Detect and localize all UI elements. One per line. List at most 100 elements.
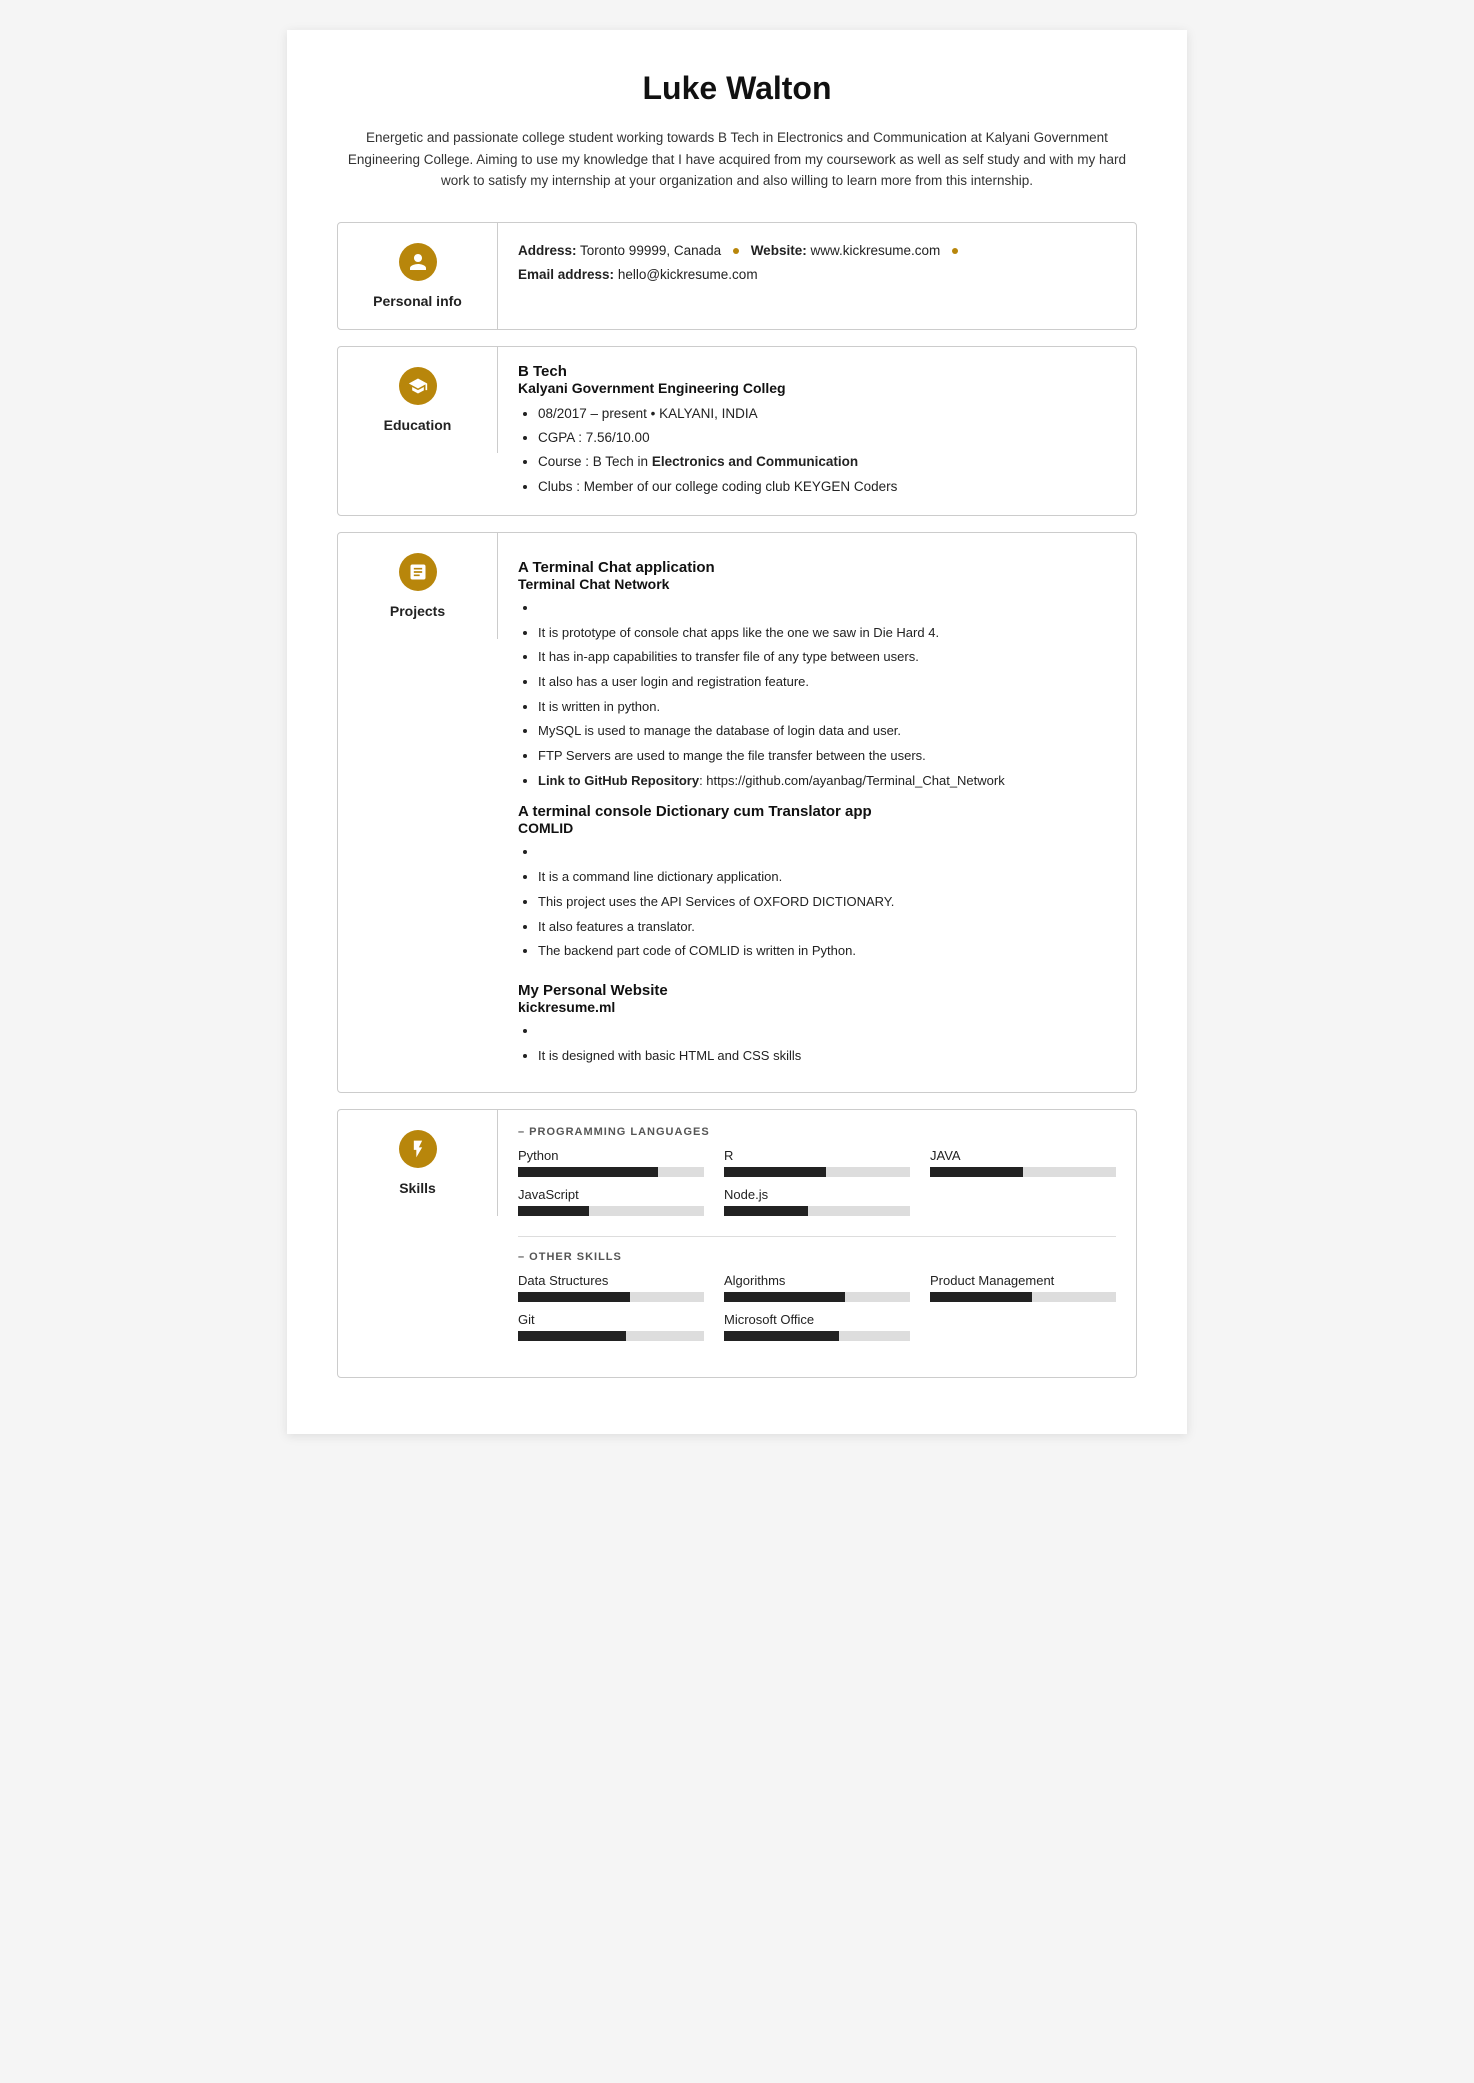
skill-r-name: R [724, 1148, 910, 1163]
personal-info-section: Personal info Address: Toronto 99999, Ca… [337, 222, 1137, 330]
other-skills-grid: Data Structures Algorithms Product Manag… [518, 1273, 1116, 1341]
edu-detail-0: 08/2017 – present • KALYANI, INDIA [538, 402, 1116, 426]
skills-separator [518, 1236, 1116, 1237]
website-label: Website: [751, 243, 807, 258]
skill-python-bar [518, 1167, 704, 1177]
resume-container: Luke Walton Energetic and passionate col… [287, 30, 1187, 1434]
project1-bullet0 [538, 596, 1116, 621]
skills-left: Skills [338, 1110, 498, 1216]
skill-java-name: JAVA [930, 1148, 1116, 1163]
project1-bullet6: FTP Servers are used to mange the file t… [538, 744, 1116, 769]
edu-detail-1: CGPA : 7.56/10.00 [538, 426, 1116, 450]
personal-info-left: Personal info [338, 223, 498, 329]
skill-javascript: JavaScript [518, 1187, 704, 1216]
project2-bullet4: The backend part code of COMLID is writt… [538, 939, 1116, 964]
skill-nodejs-bar [724, 1206, 910, 1216]
dot1 [733, 248, 739, 254]
education-content: B Tech Kalyani Government Engineering Co… [498, 347, 1136, 515]
edu-detail-2: Course : B Tech in Electronics and Commu… [538, 450, 1116, 474]
education-title: Education [384, 417, 452, 433]
skills-content: – PROGRAMMING LANGUAGES Python R [498, 1110, 1136, 1377]
edu-school: Kalyani Government Engineering Colleg [518, 380, 1116, 396]
project1-title: A Terminal Chat application [518, 559, 1116, 576]
skill-git-bar [518, 1331, 704, 1341]
skill-nodejs-fill [724, 1206, 808, 1216]
edu-detail-3: Clubs : Member of our college coding clu… [538, 475, 1116, 499]
project3-subtitle: kickresume.ml [518, 999, 1116, 1015]
email-label: Email address: [518, 267, 614, 282]
email-value: hello@kickresume.com [618, 267, 758, 282]
education-icon [399, 367, 437, 405]
skill-r: R [724, 1148, 910, 1177]
skill-mso-name: Microsoft Office [724, 1312, 910, 1327]
skill-ds-bar [518, 1292, 704, 1302]
other-label: – OTHER SKILLS [518, 1251, 1116, 1263]
project1-bullet5: MySQL is used to manage the database of … [538, 719, 1116, 744]
skill-nodejs: Node.js [724, 1187, 910, 1216]
edu-degree: B Tech [518, 363, 1116, 380]
personal-info-title: Personal info [373, 293, 462, 309]
skill-git: Git [518, 1312, 704, 1341]
dot2 [952, 248, 958, 254]
skill-algo-fill [724, 1292, 845, 1302]
skill-javascript-bar [518, 1206, 704, 1216]
skill-r-fill [724, 1167, 826, 1177]
project3-title: My Personal Website [518, 982, 1116, 999]
project2-subtitle: COMLID [518, 820, 1116, 836]
skill-python-fill [518, 1167, 658, 1177]
projects-icon [399, 553, 437, 591]
project3-list: It is designed with basic HTML and CSS s… [518, 1019, 1116, 1068]
programming-label: – PROGRAMMING LANGUAGES [518, 1126, 1116, 1138]
skill-mso-fill [724, 1331, 839, 1341]
skill-pm-bar [930, 1292, 1116, 1302]
project3-bullet0 [538, 1019, 1116, 1044]
skill-python: Python [518, 1148, 704, 1177]
personal-info-icon [399, 243, 437, 281]
skill-r-bar [724, 1167, 910, 1177]
programming-skills-grid: Python R JAVA [518, 1148, 1116, 1216]
skill-java-fill [930, 1167, 1023, 1177]
project3-bullet1: It is designed with basic HTML and CSS s… [538, 1044, 1116, 1069]
skill-algo-name: Algorithms [724, 1273, 910, 1288]
projects-left: Projects [338, 533, 498, 639]
skill-python-name: Python [518, 1148, 704, 1163]
education-left: Education [338, 347, 498, 453]
project1-bullet1: It is prototype of console chat apps lik… [538, 621, 1116, 646]
skill-algo-bar [724, 1292, 910, 1302]
project1-bullet3: It also has a user login and registratio… [538, 670, 1116, 695]
skill-algorithms: Algorithms [724, 1273, 910, 1302]
project1-bullet2: It has in-app capabilities to transfer f… [538, 645, 1116, 670]
project1-bullet7: Link to GitHub Repository: https://githu… [538, 769, 1116, 794]
skills-section: Skills – PROGRAMMING LANGUAGES Python R [337, 1109, 1137, 1378]
edu-details-list: 08/2017 – present • KALYANI, INDIA CGPA … [518, 402, 1116, 499]
skill-ms-office: Microsoft Office [724, 1312, 910, 1341]
project2-bullet0 [538, 840, 1116, 865]
skill-java: JAVA [930, 1148, 1116, 1177]
skill-pm-fill [930, 1292, 1032, 1302]
education-section: Education B Tech Kalyani Government Engi… [337, 346, 1137, 516]
project2-bullet3: It also features a translator. [538, 915, 1116, 940]
skill-javascript-fill [518, 1206, 589, 1216]
skills-icon [399, 1130, 437, 1168]
skill-data-structures: Data Structures [518, 1273, 704, 1302]
personal-info-line2: Email address: hello@kickresume.com [518, 263, 1116, 287]
project2-bullet1: It is a command line dictionary applicat… [538, 865, 1116, 890]
address-value: Toronto 99999, Canada [580, 243, 721, 258]
skill-pm-name: Product Management [930, 1273, 1116, 1288]
skill-java-bar [930, 1167, 1116, 1177]
skill-mso-bar [724, 1331, 910, 1341]
skill-ds-fill [518, 1292, 630, 1302]
skill-ds-name: Data Structures [518, 1273, 704, 1288]
personal-info-content: Address: Toronto 99999, Canada Website: … [498, 223, 1136, 304]
projects-section: Projects A Terminal Chat application Ter… [337, 532, 1137, 1093]
project2-title: A terminal console Dictionary cum Transl… [518, 803, 1116, 820]
projects-title: Projects [390, 603, 445, 619]
personal-info-line1: Address: Toronto 99999, Canada Website: … [518, 239, 1116, 263]
project1-bullet4: It is written in python. [538, 695, 1116, 720]
project2-bullet2: This project uses the API Services of OX… [538, 890, 1116, 915]
website-value: www.kickresume.com [810, 243, 940, 258]
project1-list: It is prototype of console chat apps lik… [518, 596, 1116, 794]
skills-title: Skills [399, 1180, 436, 1196]
projects-content: A Terminal Chat application Terminal Cha… [498, 533, 1136, 1092]
skill-nodejs-name: Node.js [724, 1187, 910, 1202]
